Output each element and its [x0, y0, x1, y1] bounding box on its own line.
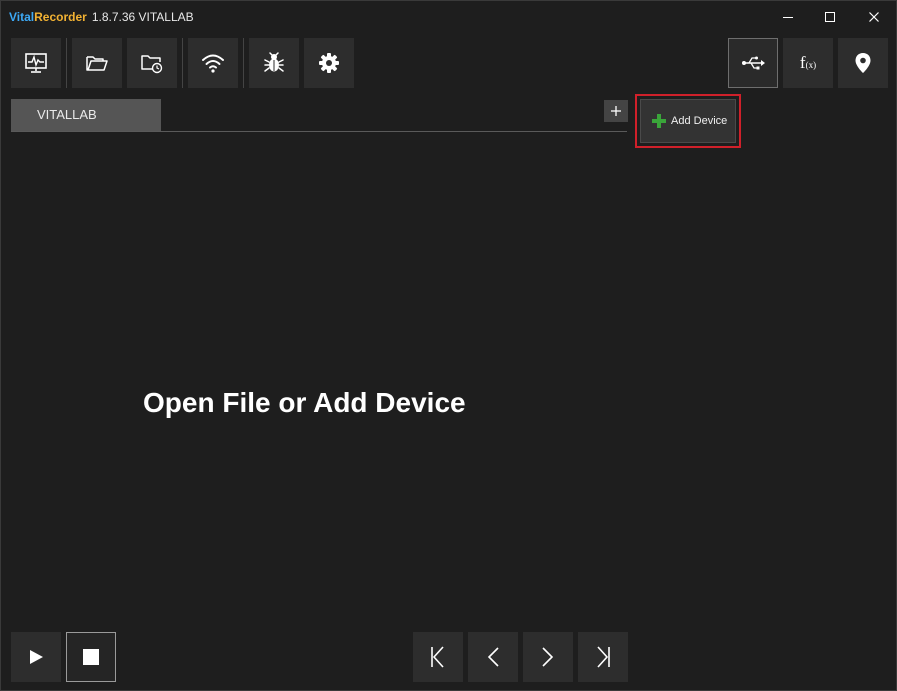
next-button[interactable]	[523, 632, 573, 682]
gear-icon	[319, 53, 339, 73]
app-name-vital: Vital	[9, 10, 35, 24]
bug-icon	[264, 52, 284, 72]
minimize-button[interactable]	[773, 3, 803, 31]
previous-icon	[487, 647, 499, 667]
stop-button[interactable]	[66, 632, 116, 682]
folder-open-icon	[86, 56, 108, 71]
monitor-button[interactable]	[11, 38, 61, 88]
add-device-popup: Add Device	[635, 94, 741, 148]
skip-to-start-icon	[431, 646, 444, 668]
add-tab-button[interactable]	[604, 100, 628, 122]
next-icon	[542, 647, 554, 667]
empty-state-message: Open File or Add Device	[143, 387, 466, 418]
green-plus-icon	[652, 114, 666, 128]
open-file-button[interactable]	[72, 38, 122, 88]
usb-devices-button[interactable]	[728, 38, 778, 88]
function-icon: f(x)	[800, 53, 816, 73]
title-bar: VitalRecorder 1.8.7.36 VITALLAB	[1, 1, 896, 33]
toolbar-divider	[182, 38, 183, 88]
close-icon	[869, 12, 879, 22]
previous-button[interactable]	[468, 632, 518, 682]
app-window: VitalRecorder 1.8.7.36 VITALLAB f(x) VIT…	[0, 0, 897, 691]
function-icon-sub: (x)	[805, 60, 817, 70]
usb-icon	[742, 56, 765, 70]
skip-to-end-button[interactable]	[578, 632, 628, 682]
play-button[interactable]	[11, 632, 61, 682]
stop-icon	[83, 649, 99, 665]
plus-icon	[611, 106, 621, 116]
maximize-button[interactable]	[815, 3, 845, 31]
minimize-icon	[783, 17, 793, 18]
debug-button[interactable]	[249, 38, 299, 88]
app-name-recorder: Recorder	[34, 10, 87, 24]
toolbar-divider	[243, 38, 244, 88]
add-device-button[interactable]: Add Device	[640, 99, 736, 143]
app-title: VitalRecorder 1.8.7.36 VITALLAB	[9, 10, 194, 24]
maximize-icon	[825, 12, 835, 22]
tab-vitallab[interactable]: VITALLAB	[11, 99, 161, 131]
function-button[interactable]: f(x)	[783, 38, 833, 88]
folder-recent-icon	[141, 55, 163, 74]
play-icon	[30, 650, 43, 664]
location-button[interactable]	[838, 38, 888, 88]
settings-button[interactable]	[304, 38, 354, 88]
app-version: 1.8.7.36 VITALLAB	[91, 10, 194, 24]
wifi-icon	[202, 54, 224, 73]
skip-to-start-button[interactable]	[413, 632, 463, 682]
network-button[interactable]	[188, 38, 238, 88]
monitor-icon	[25, 53, 47, 73]
location-pin-icon	[855, 53, 871, 73]
close-button[interactable]	[859, 3, 889, 31]
tab-divider	[11, 131, 627, 132]
skip-to-end-icon	[597, 646, 610, 668]
add-device-label: Add Device	[671, 115, 728, 127]
toolbar-divider	[66, 38, 67, 88]
recent-files-button[interactable]	[127, 38, 177, 88]
